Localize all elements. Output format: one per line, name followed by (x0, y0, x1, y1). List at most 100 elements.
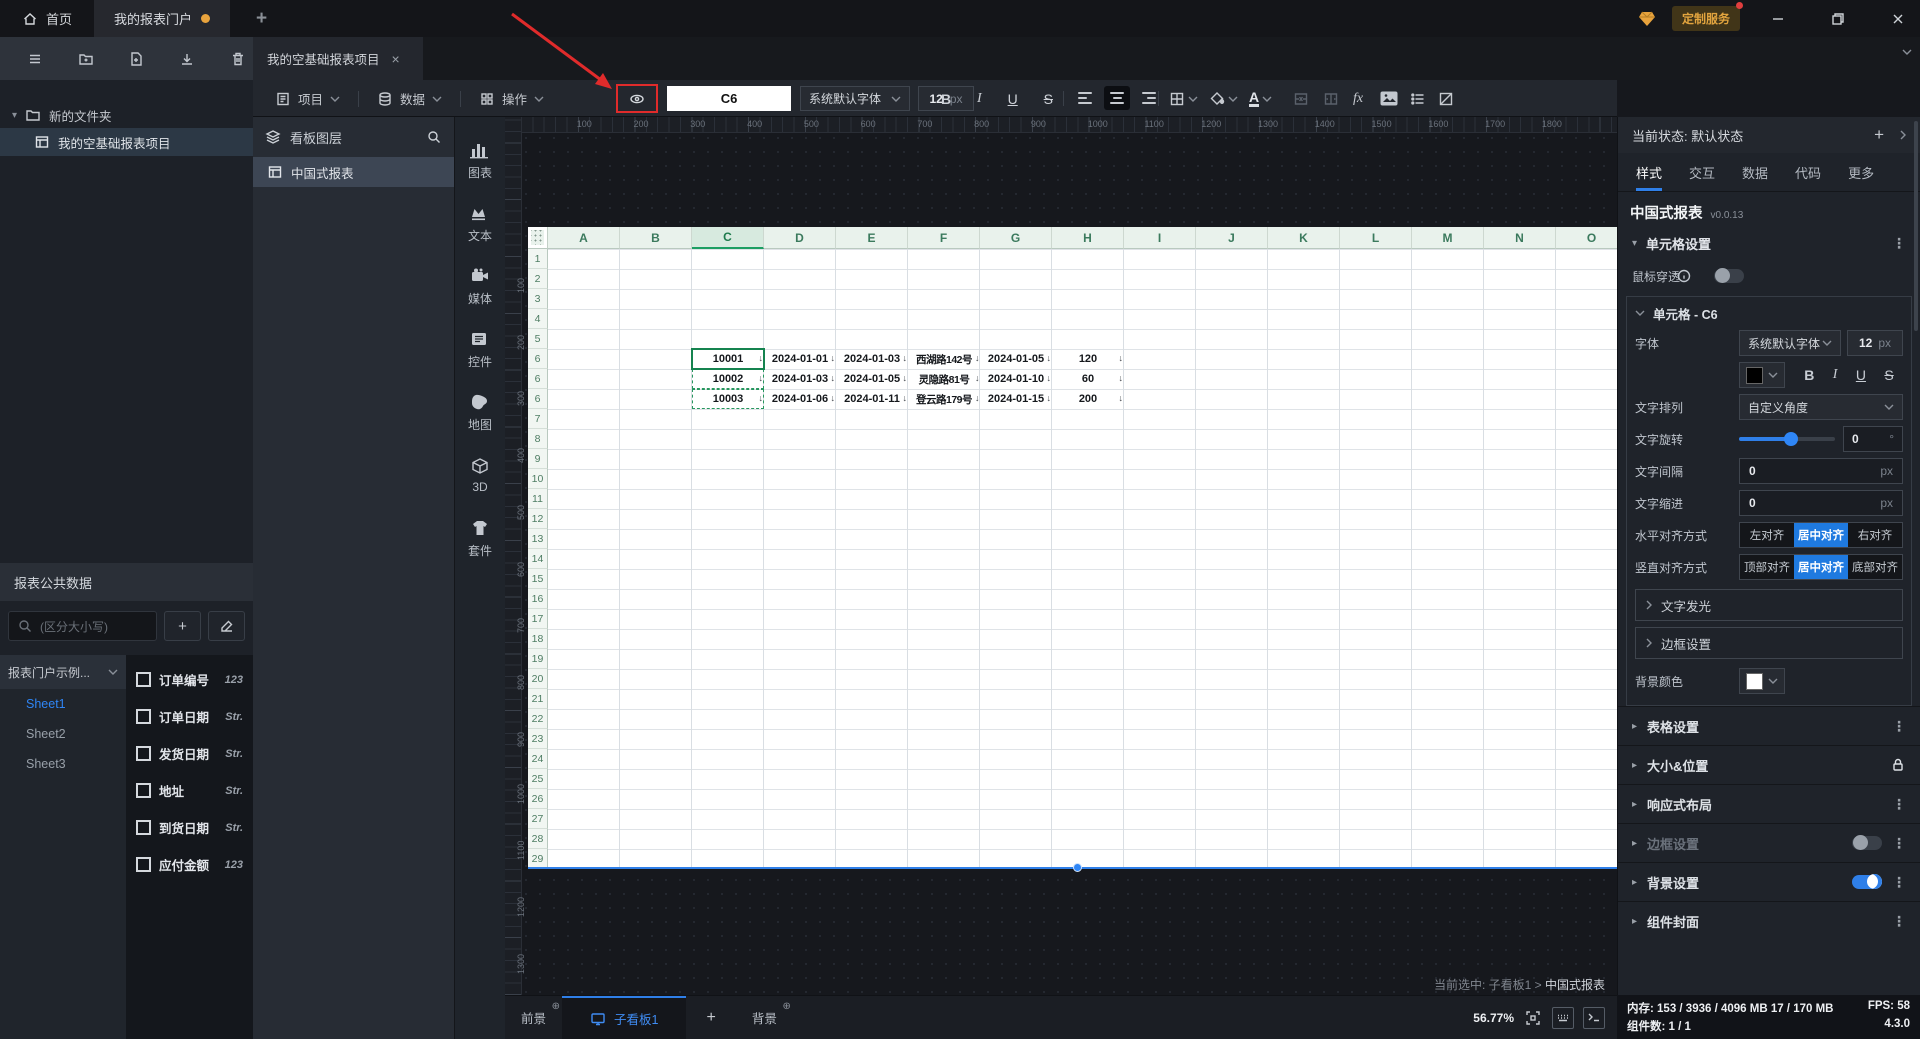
data-cell[interactable]: 2024-01-11 ↓ (836, 389, 908, 409)
edit-dataset-button[interactable] (208, 611, 245, 641)
data-cell[interactable]: 2024-01-05 ↓ (836, 369, 908, 389)
halign-option[interactable]: 居中对齐 (1794, 523, 1848, 547)
cell-font-select[interactable]: 系统默认字体 (1739, 330, 1841, 356)
strikethrough-button[interactable]: S (1044, 91, 1053, 107)
text-arrange-select[interactable]: 自定义角度 (1739, 394, 1903, 420)
kebab-icon[interactable]: ⋮ (1892, 874, 1906, 891)
row-header[interactable]: 12 (528, 509, 548, 529)
row-header[interactable]: 3 (528, 289, 548, 309)
row-header[interactable]: 21 (528, 689, 548, 709)
sheet-item-sheet2[interactable]: Sheet2 (0, 719, 126, 749)
row-header[interactable]: 14 (528, 549, 548, 569)
tab-交互[interactable]: 交互 (1689, 153, 1715, 191)
restore-button[interactable] (1816, 0, 1860, 37)
halign-option[interactable]: 右对齐 (1848, 523, 1902, 547)
tab-代码[interactable]: 代码 (1795, 153, 1821, 191)
palette-item-suit[interactable]: 套件 (455, 507, 505, 570)
row-header[interactable]: 19 (528, 649, 548, 669)
section-响应式布局[interactable]: ▸ 响应式布局 ⋮ (1618, 784, 1920, 823)
italic-button[interactable]: I (977, 91, 982, 107)
valign-option[interactable]: 顶部对齐 (1740, 555, 1794, 579)
new-folder-icon[interactable] (78, 51, 94, 67)
import-icon[interactable] (179, 51, 195, 67)
field-checkbox[interactable] (136, 709, 151, 724)
trash-icon[interactable] (230, 51, 246, 67)
grid-body[interactable]: 10001 ↓ 2024-01-01 ↓ 2024-01-03 ↓ 西湖路142号 ↓ 2024… (548, 249, 1617, 869)
new-portal-tab-button[interactable]: + (256, 8, 267, 30)
borders-button[interactable] (1169, 88, 1198, 109)
search-input[interactable]: (区分大小写) (8, 611, 157, 641)
halign-option[interactable]: 左对齐 (1740, 523, 1794, 547)
field-row[interactable]: 发货日期 Str. (126, 735, 253, 772)
cell-reference-box[interactable]: C6 (667, 86, 791, 111)
cell-font-size[interactable]: 12 px (1847, 330, 1903, 356)
sheet-drag-handle-icon[interactable] (528, 227, 548, 249)
field-checkbox[interactable] (136, 783, 151, 798)
column-header-B[interactable]: B (620, 227, 692, 249)
text-rotate-input[interactable]: 0 ° (1843, 426, 1903, 452)
row-header[interactable]: 23 (528, 729, 548, 749)
kebab-icon[interactable]: ⋮ (1892, 796, 1906, 813)
resize-handle-bottom[interactable] (1073, 863, 1082, 872)
data-cell[interactable]: 2024-01-05 ↓ (980, 349, 1052, 369)
layer-item[interactable]: 中国式报表 (253, 157, 454, 187)
chevron-right-icon[interactable] (1900, 130, 1906, 140)
field-checkbox[interactable] (136, 672, 151, 687)
menu-operate[interactable]: 操作 (461, 91, 562, 107)
kebab-icon[interactable]: ⋮ (1892, 235, 1906, 252)
new-file-icon[interactable] (128, 51, 144, 67)
cell-underline-button[interactable]: U (1856, 367, 1866, 383)
column-header-O[interactable]: O (1556, 227, 1617, 249)
palette-item-text[interactable]: 文本 (455, 192, 505, 255)
row-header[interactable]: 6 (528, 349, 548, 369)
data-cell[interactable]: 西湖路142号 ↓ (908, 349, 980, 369)
row-header[interactable]: 27 (528, 809, 548, 829)
cell-italic-button[interactable]: I (1833, 367, 1838, 383)
column-header-L[interactable]: L (1340, 227, 1412, 249)
tab-更多[interactable]: 更多 (1848, 153, 1874, 191)
row-header[interactable]: 16 (528, 589, 548, 609)
row-header[interactable]: 17 (528, 609, 548, 629)
tree-project-row[interactable]: 我的空基础报表项目 (0, 128, 253, 156)
section-边框设置[interactable]: ▸ 边框设置 ⋮ (1618, 823, 1920, 862)
data-cell[interactable]: 灵隐路81号 ↓ (908, 369, 980, 389)
design-canvas[interactable]: 100 200 300 400 500 600 700 800 900 1000 1100 1200 1… (505, 117, 1617, 995)
preview-eye-button[interactable] (616, 84, 658, 113)
cell-strikethrough-button[interactable]: S (1884, 367, 1893, 383)
field-checkbox[interactable] (136, 746, 151, 761)
add-state-button[interactable]: + (1874, 125, 1884, 145)
data-cell[interactable]: 60 ↓ (1052, 369, 1124, 389)
row-header[interactable]: 5 (528, 329, 548, 349)
fill-color-button[interactable] (1209, 88, 1238, 109)
row-header[interactable]: 24 (528, 749, 548, 769)
kebab-icon[interactable]: ⋮ (1892, 913, 1906, 930)
row-header[interactable]: 9 (528, 449, 548, 469)
tree-folder-row[interactable]: ▾ 新的文件夹 (0, 102, 253, 128)
row-header[interactable]: 10 (528, 469, 548, 489)
palette-item-widget[interactable]: 控件 (455, 318, 505, 381)
dataset-select[interactable]: 报表门户示例... (0, 655, 126, 689)
column-header-A[interactable]: A (548, 227, 620, 249)
field-row[interactable]: 订单日期 Str. (126, 698, 253, 735)
text-glow-section[interactable]: 文字发光 (1635, 589, 1903, 621)
data-cell[interactable]: 2024-01-01 ↓ (764, 349, 836, 369)
field-checkbox[interactable] (136, 857, 151, 872)
font-color-button[interactable]: A (1249, 88, 1272, 109)
column-header-F[interactable]: F (908, 227, 980, 249)
palette-item-map[interactable]: 地图 (455, 381, 505, 444)
valign-option[interactable]: 底部对齐 (1848, 555, 1902, 579)
panel-scrollbar[interactable] (1914, 121, 1918, 331)
text-spacing-input[interactable]: 0 px (1739, 458, 1903, 484)
add-foreground-icon[interactable]: ⊕ (552, 1001, 560, 1012)
slider-knob[interactable] (1783, 432, 1798, 446)
diagonal-line-button[interactable] (1438, 88, 1454, 109)
row-header[interactable]: 11 (528, 489, 548, 509)
field-checkbox[interactable] (136, 820, 151, 835)
data-cell[interactable]: 10001 ↓ (691, 348, 765, 370)
row-header[interactable]: 25 (528, 769, 548, 789)
palette-item-chart[interactable]: 图表 (455, 129, 505, 192)
insert-image-button[interactable] (1380, 88, 1398, 109)
row-header[interactable]: 29 (528, 849, 548, 869)
row-header[interactable]: 6 (528, 389, 548, 409)
data-cell[interactable]: 2024-01-03 ↓ (836, 349, 908, 369)
